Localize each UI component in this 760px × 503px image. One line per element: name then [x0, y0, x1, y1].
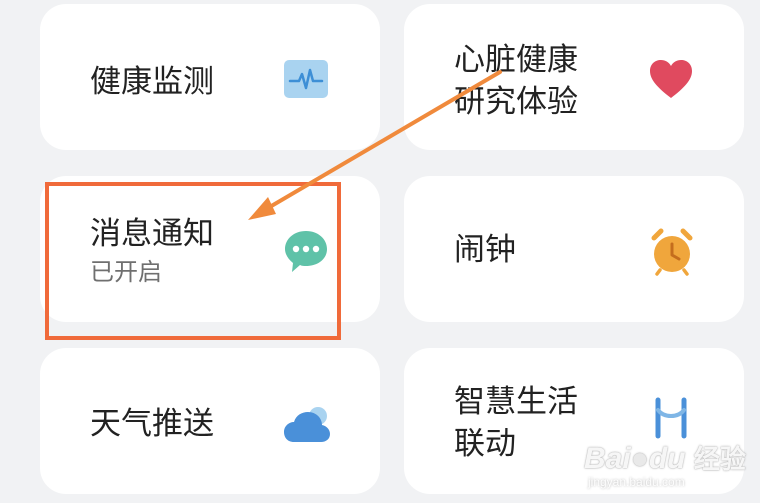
watermark-brand: Bai●du 经验 — [584, 442, 746, 475]
card-health-monitor[interactable]: 健康监测 — [40, 4, 380, 150]
card-title-smart-life-line1: 智慧生活 — [454, 384, 578, 420]
card-title-alarm: 闹钟 — [454, 232, 516, 268]
card-title-weather: 天气推送 — [90, 406, 214, 442]
heart-icon — [650, 60, 692, 98]
card-title-health-monitor: 健康监测 — [90, 64, 214, 100]
chat-bubble-icon — [285, 231, 327, 272]
card-heart-health[interactable]: 心脏健康 研究体验 — [404, 4, 744, 150]
alarm-clock-icon — [651, 228, 693, 276]
card-title-notifications: 消息通知 — [90, 216, 214, 252]
watermark-url: jingyan.baidu.com — [588, 475, 685, 489]
card-alarm[interactable]: 闹钟 — [404, 176, 744, 322]
notifications-status: 已开启 — [90, 258, 162, 286]
card-weather[interactable]: 天气推送 — [40, 348, 380, 494]
cloud-icon — [284, 407, 330, 442]
card-notifications[interactable]: 消息通知 已开启 — [40, 176, 380, 322]
card-title-heart-health-line2: 研究体验 — [454, 84, 578, 120]
card-title-heart-health-line1: 心脏健康 — [454, 42, 578, 78]
baidu-watermark: Bai●du 经验 jingyan.baidu.com — [584, 435, 754, 495]
card-title-smart-life-line2: 联动 — [454, 426, 516, 462]
heart-rate-monitor-icon — [284, 60, 328, 98]
